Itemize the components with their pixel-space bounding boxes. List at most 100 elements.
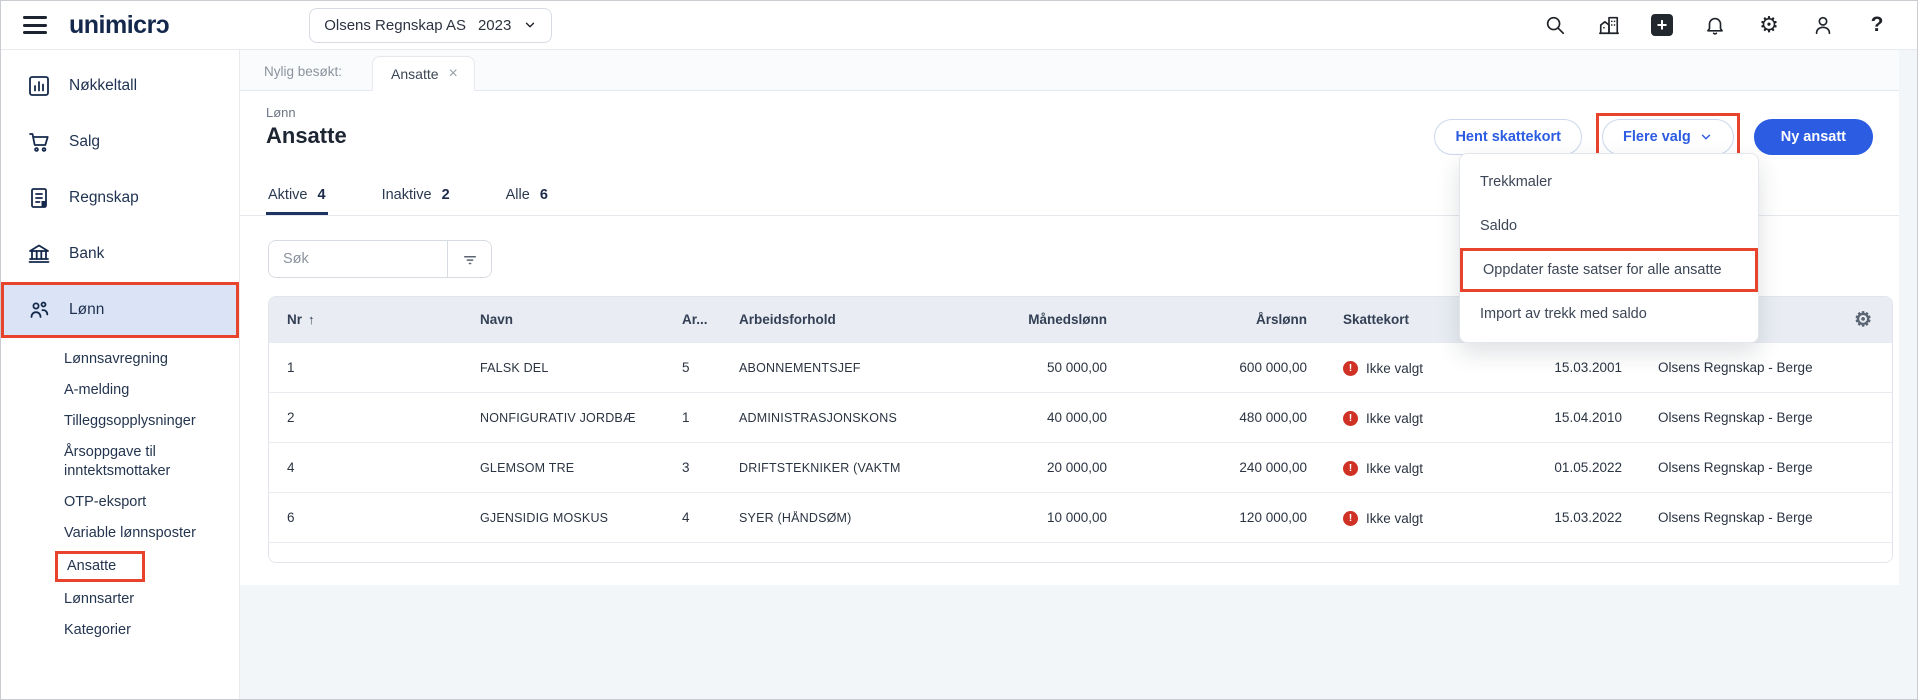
table-row[interactable]: 1 FALSK DEL 5 ABONNEMENTSJEF 50 000,00 6… — [269, 342, 1892, 392]
submenu-item-kategorier[interactable]: Kategorier — [1, 615, 239, 646]
table-row[interactable]: 4 GLEMSOM TRE 3 DRIFTSTEKNIKER (VAKTM 20… — [269, 442, 1892, 492]
sidebar-item-salg[interactable]: Salg — [1, 114, 239, 170]
submenu-item-tilleggsopplysninger[interactable]: Tilleggsopplysninger — [1, 406, 239, 437]
logo: unimicrɔ — [69, 10, 170, 39]
cell-dato: 15.04.2010 — [1554, 410, 1622, 425]
flere-valg-dropdown: Trekkmaler Saldo Oppdater faste satser f… — [1459, 153, 1759, 343]
tab-count: 4 — [317, 187, 326, 203]
tab-inaktive[interactable]: Inaktive 2 — [380, 177, 452, 215]
menu-item-import-av-trekk[interactable]: Import av trekk med saldo — [1460, 292, 1758, 336]
sidebar-item-label: Lønn — [69, 301, 105, 318]
cell-arslonn: 600 000,00 — [1239, 360, 1307, 375]
submenu-item-lonnsarter[interactable]: Lønnsarter — [1, 584, 239, 615]
menu-item-oppdater-faste-satser[interactable]: Oppdater faste satser for alle ansatte — [1460, 248, 1758, 292]
tab-aktive[interactable]: Aktive 4 — [266, 177, 328, 215]
search-icon[interactable] — [1543, 13, 1567, 37]
sidebar-item-bank[interactable]: Bank — [1, 226, 239, 282]
submenu-item-lonnsavregning[interactable]: Lønnsavregning — [1, 344, 239, 375]
cell-arbeidsforhold: ABONNEMENTSJEF — [739, 360, 861, 375]
settings-icon[interactable]: ⚙ — [1757, 13, 1781, 37]
annotation-box: Ansatte — [55, 551, 146, 582]
recent-tab-ansatte[interactable]: Ansatte × — [372, 56, 475, 91]
submenu-item-otp-eksport[interactable]: OTP-eksport — [1, 487, 239, 518]
cell-ar: 1 — [682, 410, 690, 425]
submenu-item-variable-lonnsposter[interactable]: Variable lønnsposter — [1, 518, 239, 549]
main-content: Nylig besøkt: Ansatte × Lønn Ansatte Hen… — [240, 50, 1917, 699]
tab-count: 2 — [441, 187, 450, 203]
notifications-icon[interactable] — [1703, 13, 1727, 37]
topbar-icons: + ⚙ ? — [1543, 13, 1889, 37]
cell-nr: 4 — [287, 460, 295, 475]
company-name: Olsens Regnskap AS — [324, 16, 466, 34]
warning-icon: ! — [1343, 410, 1358, 426]
tab-count: 6 — [539, 187, 548, 203]
cell-navn: NONFIGURATIV JORDBÆ — [480, 410, 636, 425]
sidebar-item-label: Bank — [69, 245, 105, 262]
cell-arbeidsforhold: SYER (HÅNDSØM) — [739, 510, 852, 525]
tab-alle[interactable]: Alle 6 — [504, 177, 550, 215]
cell-skattekort: ! Ikke valgt — [1325, 409, 1505, 426]
company-selector[interactable]: Olsens Regnskap AS 2023 — [309, 7, 553, 43]
user-icon[interactable] — [1811, 13, 1835, 37]
column-header-navn[interactable]: Navn — [462, 312, 664, 327]
column-header-nr[interactable]: Nr ↑ — [269, 312, 462, 327]
column-header-ar[interactable]: Ar... — [664, 312, 721, 327]
cell-ar: 4 — [682, 510, 690, 525]
sidebar-item-regnskap[interactable]: Regnskap — [1, 170, 239, 226]
sidebar-item-nokkeltall[interactable]: Nøkkeltall — [1, 58, 239, 114]
close-icon[interactable]: × — [449, 66, 458, 82]
companies-icon[interactable] — [1597, 13, 1621, 37]
column-header-manedslonn[interactable]: Månedslønn — [961, 312, 1125, 327]
topbar: unimicrɔ Olsens Regnskap AS 2023 + ⚙ ? — [1, 1, 1917, 50]
submenu-item-arsoppgave[interactable]: Årsoppgave til inntektsmottaker — [1, 437, 221, 487]
menu-item-trekkmaler[interactable]: Trekkmaler — [1460, 160, 1758, 204]
menu-item-saldo[interactable]: Saldo — [1460, 204, 1758, 248]
chevron-down-icon — [1701, 134, 1710, 140]
sidebar: Nøkkeltall Salg Regnskap Bank Lønn Lønns… — [1, 50, 240, 699]
filter-button[interactable] — [447, 241, 491, 277]
flere-valg-button[interactable]: Flere valg — [1602, 119, 1734, 155]
cell-skattekort: ! Ikke valgt — [1325, 509, 1505, 526]
cell-selskap: Olsens Regnskap - Berge — [1658, 460, 1813, 475]
table-row[interactable]: 6 GJENSIDIG MOSKUS 4 SYER (HÅNDSØM) 10 0… — [269, 492, 1892, 542]
submenu-item-ansatte[interactable]: Ansatte — [1, 549, 239, 584]
lonn-submenu: Lønnsavregning A-melding Tilleggsopplysn… — [1, 344, 239, 646]
bar-chart-icon — [29, 76, 49, 96]
cell-skattekort: ! Ikke valgt — [1325, 359, 1505, 376]
cell-arbeidsforhold: DRIFTSTEKNIKER (VAKTM — [739, 460, 901, 475]
help-icon[interactable]: ? — [1865, 13, 1889, 37]
ny-ansatt-button[interactable]: Ny ansatt — [1753, 119, 1873, 155]
submenu-item-a-melding[interactable]: A-melding — [1, 375, 239, 406]
cell-arbeidsforhold: ADMINISTRASJONSKONS — [739, 410, 897, 425]
cell-manedslonn: 10 000,00 — [1046, 510, 1107, 525]
cart-icon — [29, 133, 49, 152]
breadcrumb: Lønn — [266, 105, 296, 120]
cell-skattekort: ! Ikke valgt — [1325, 459, 1505, 476]
search-input[interactable] — [269, 241, 447, 277]
app-window: unimicrɔ Olsens Regnskap AS 2023 + ⚙ ? N… — [0, 0, 1918, 700]
cell-navn: GLEMSOM TRE — [480, 460, 575, 475]
chevron-down-icon — [526, 22, 535, 28]
hent-skattekort-button[interactable]: Hent skattekort — [1434, 119, 1583, 155]
cell-nr: 2 — [287, 410, 295, 425]
cell-dato: 15.03.2022 — [1554, 510, 1622, 525]
sort-asc-icon: ↑ — [308, 312, 315, 327]
cell-nr: 6 — [287, 510, 295, 525]
cell-dato: 01.05.2022 — [1554, 460, 1622, 475]
add-icon[interactable]: + — [1651, 14, 1673, 36]
sidebar-item-label: Regnskap — [69, 189, 139, 206]
cell-selskap: Olsens Regnskap - Berge — [1658, 360, 1813, 375]
table-settings-icon[interactable]: ⚙ — [1840, 307, 1892, 332]
recently-visited-label: Nylig besøkt: — [264, 64, 343, 79]
recent-tab-label: Ansatte — [391, 66, 439, 82]
table-row[interactable]: 2 NONFIGURATIV JORDBÆ 1 ADMINISTRASJONSK… — [269, 392, 1892, 442]
bank-icon — [28, 244, 50, 263]
menu-icon[interactable] — [23, 16, 47, 34]
cell-selskap: Olsens Regnskap - Berge — [1658, 410, 1813, 425]
sidebar-item-lonn[interactable]: Lønn — [1, 282, 239, 338]
people-icon — [30, 301, 49, 318]
column-header-arbeidsforhold[interactable]: Arbeidsforhold — [721, 312, 961, 327]
column-header-arslonn[interactable]: Årslønn — [1125, 312, 1325, 327]
sidebar-item-timer[interactable]: Timer — [1, 682, 239, 699]
company-year: 2023 — [477, 16, 512, 34]
